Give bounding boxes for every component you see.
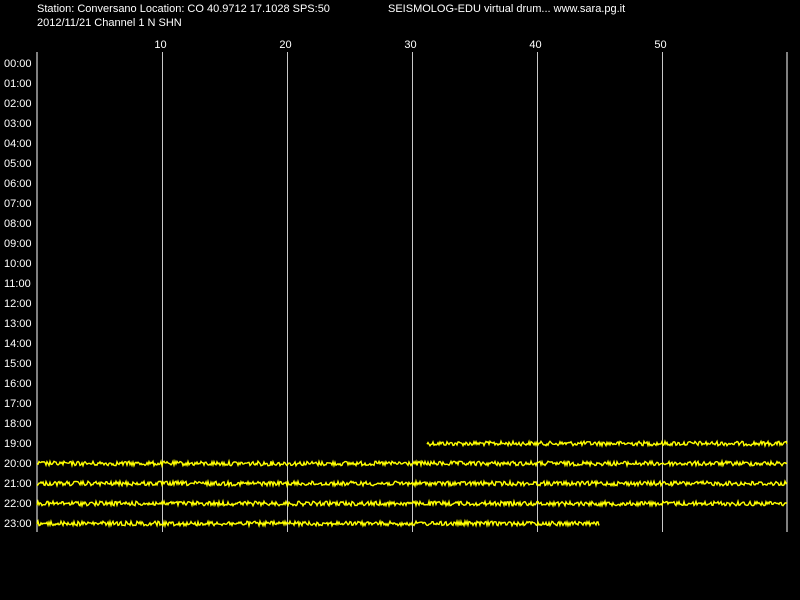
hour-label: 13:00	[4, 318, 32, 330]
hour-label: 19:00	[4, 438, 32, 450]
x-tick-label: 10	[154, 39, 166, 51]
hour-label: 07:00	[4, 198, 32, 210]
hour-label: 06:00	[4, 178, 32, 190]
hour-label: 15:00	[4, 358, 32, 370]
hour-label: 00:00	[4, 58, 32, 70]
hour-label: 09:00	[4, 238, 32, 250]
x-tick-label: 30	[404, 39, 416, 51]
hour-label: 11:00	[4, 278, 31, 290]
x-tick-label: 50	[654, 39, 666, 51]
hour-label: 23:00	[4, 518, 32, 530]
hour-label: 18:00	[4, 418, 32, 430]
hour-label: 01:00	[4, 78, 32, 90]
hour-label: 20:00	[4, 458, 32, 470]
hour-label: 03:00	[4, 118, 32, 130]
hour-label: 14:00	[4, 338, 32, 350]
hour-label: 05:00	[4, 158, 32, 170]
seismic-trace	[426, 439, 788, 448]
hour-label: 21:00	[4, 478, 32, 490]
hour-label: 12:00	[4, 298, 32, 310]
hour-label: 22:00	[4, 498, 32, 510]
hour-label: 04:00	[4, 138, 32, 150]
hour-label: 02:00	[4, 98, 32, 110]
hour-label: 17:00	[4, 398, 32, 410]
x-tick-label: 20	[279, 39, 291, 51]
seismic-trace	[36, 518, 600, 529]
hour-label: 16:00	[4, 378, 32, 390]
hour-label: 08:00	[4, 218, 32, 230]
x-tick-label: 40	[529, 39, 541, 51]
seismogram-drum: 10 20 30 40 50 00:00 01:00 02:00 03:00 04:00 05:00…	[4, 39, 788, 532]
hour-label: 10:00	[4, 258, 32, 270]
